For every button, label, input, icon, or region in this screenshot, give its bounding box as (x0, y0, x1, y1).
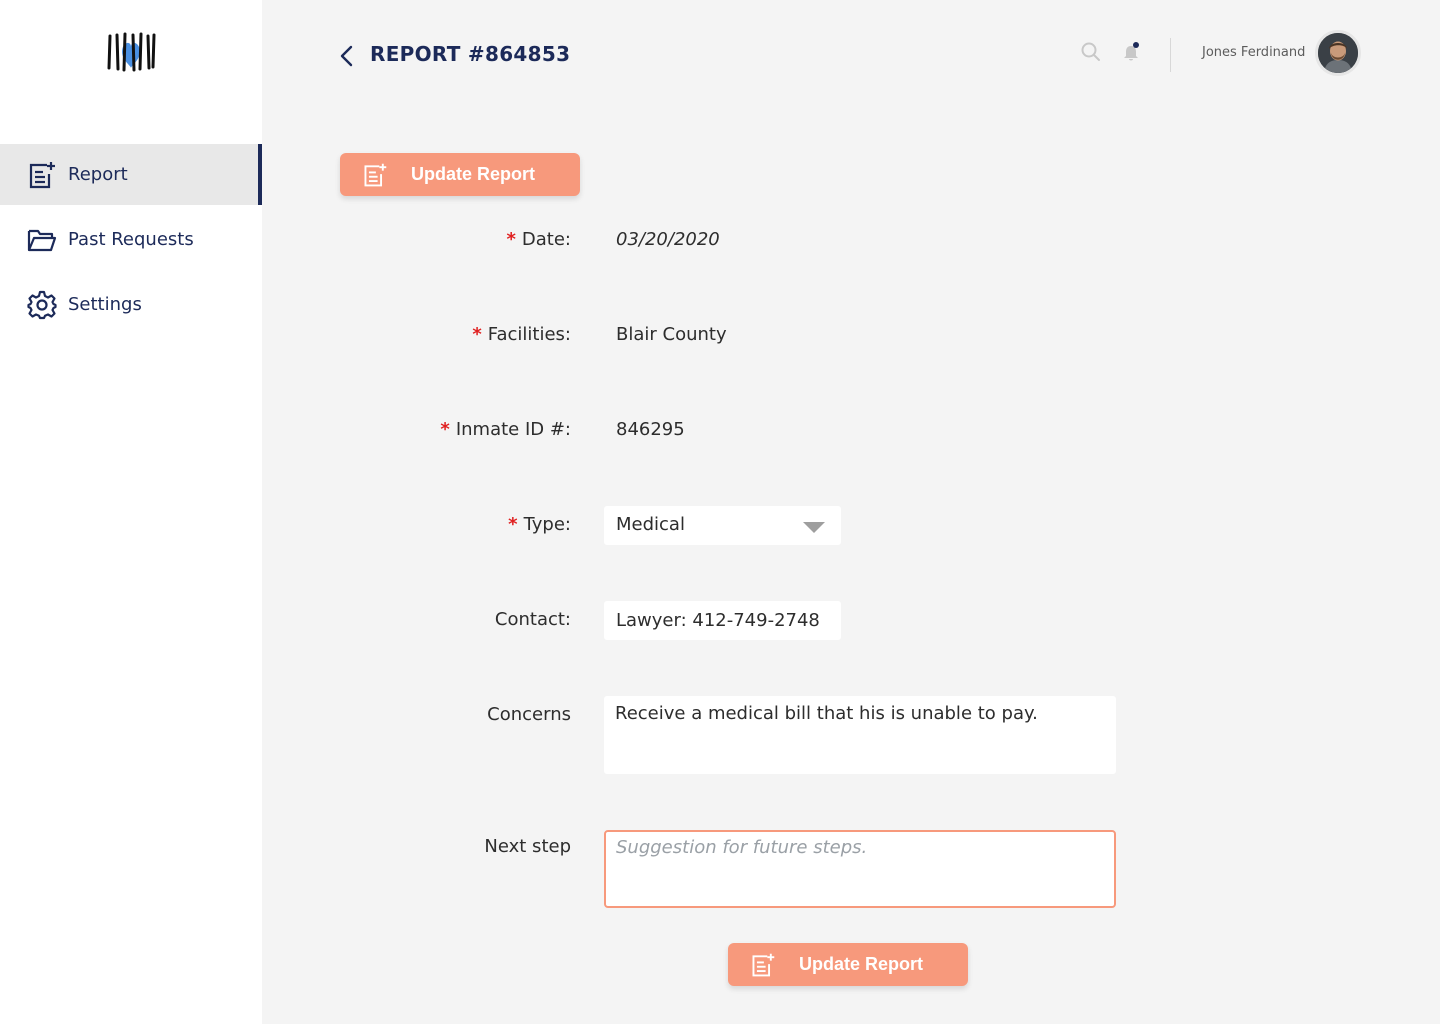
concerns-field-wrapper: Receive a medical bill that his is unabl… (604, 696, 1116, 774)
sidebar-item-report[interactable]: Report (0, 144, 262, 205)
contact-input[interactable] (604, 601, 841, 640)
header-divider (1170, 38, 1171, 72)
sidebar-item-label: Past Requests (68, 229, 194, 250)
contact-field-wrapper (604, 601, 841, 640)
gear-icon (27, 290, 57, 320)
update-report-button-bottom[interactable]: Update Report (728, 943, 968, 986)
facilities-value: Blair County (616, 324, 727, 345)
notifications-button[interactable] (1121, 40, 1143, 64)
sidebar-item-label: Settings (68, 294, 142, 315)
inmate-id-value: 846295 (616, 419, 685, 440)
sidebar-nav: Report Past Requests Settings (0, 144, 262, 339)
date-label: * Date: (506, 229, 571, 250)
search-icon (1081, 42, 1100, 61)
sidebar: Report Past Requests Settings (0, 0, 262, 1024)
report-add-icon (27, 160, 57, 190)
required-marker: * (440, 419, 450, 440)
sidebar-item-past-requests[interactable]: Past Requests (0, 209, 262, 270)
update-report-label: Update Report (411, 164, 536, 184)
report-add-icon (362, 162, 388, 188)
avatar[interactable] (1315, 30, 1361, 76)
jail-bars-heart-logo[interactable] (104, 30, 158, 74)
user-name: Jones Ferdinand (1202, 45, 1306, 60)
required-marker: * (472, 324, 482, 345)
next-step-label: Next step (484, 836, 571, 857)
sidebar-item-label: Report (68, 164, 128, 185)
back-button[interactable] (334, 42, 358, 70)
type-select[interactable]: Medical (604, 506, 841, 545)
search-button[interactable] (1080, 41, 1102, 63)
required-marker: * (506, 229, 516, 250)
update-report-button-top[interactable]: Update Report (340, 153, 580, 196)
next-step-field-wrapper (604, 830, 1116, 908)
next-step-textarea[interactable] (606, 832, 1114, 906)
page-title: REPORT #864853 (370, 42, 571, 66)
concerns-textarea[interactable]: Receive a medical bill that his is unabl… (604, 696, 1116, 774)
folder-open-icon (27, 225, 57, 255)
inmate-id-label: * Inmate ID #: (440, 419, 571, 440)
facilities-label: * Facilities: (472, 324, 571, 345)
report-add-icon (750, 952, 776, 978)
caret-down-icon (803, 522, 825, 533)
date-value: 03/20/2020 (616, 229, 720, 250)
bell-icon (1124, 42, 1139, 61)
required-marker: * (508, 514, 518, 535)
update-report-label: Update Report (799, 954, 924, 974)
type-label: * Type: (508, 514, 571, 535)
sidebar-item-settings[interactable]: Settings (0, 274, 262, 335)
concerns-label: Concerns (487, 704, 571, 725)
chevron-left-icon (340, 45, 353, 67)
contact-label: Contact: (494, 609, 571, 630)
type-selected-value: Medical (616, 514, 685, 535)
